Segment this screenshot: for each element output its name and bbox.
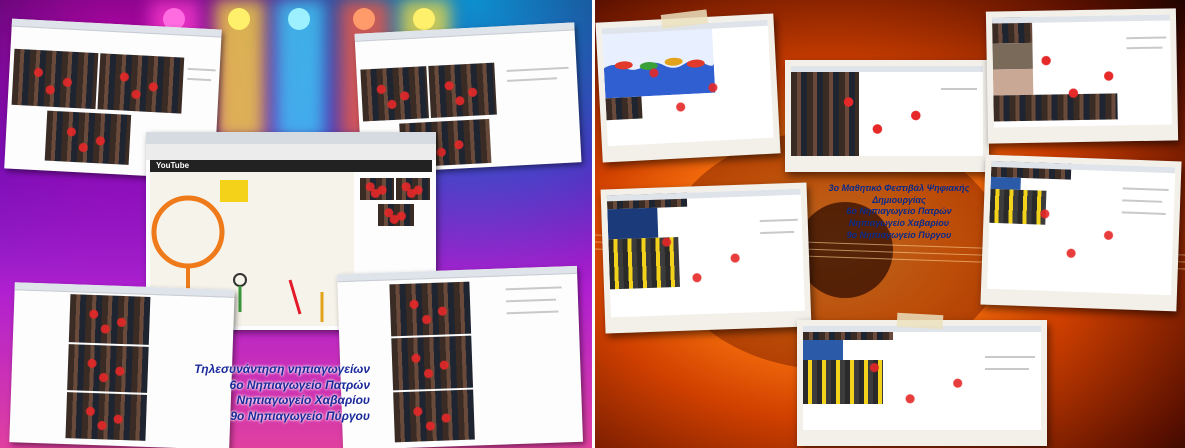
video-tile [67,344,149,393]
caption-line-school3: 9ο Νηπιαγωγείο Πύργου [846,229,952,240]
video-tile [393,389,475,443]
stage-spotlight [413,8,435,30]
caption-line-title: Τηλεσυνάντηση νηπιαγωγείων [194,362,370,376]
video-tile [360,66,429,122]
right-collage-panel: 3ο Μαθητικό Φεστιβάλ Ψηφιακής Δημιουργία… [595,0,1185,448]
drawing-figure-head [233,273,247,287]
participant-line [506,298,557,303]
video-strip [803,326,893,340]
polaroid-content [991,14,1172,128]
chat-line [187,77,212,82]
video-tile [428,62,497,118]
polaroid-content [606,188,805,318]
caption-line-school3: 9ο Νηπιαγωγείο Πύργου [230,408,370,423]
youtube-logo-text: YouTube [156,161,190,170]
participant-line [985,356,1035,358]
participant-tile [360,178,394,200]
stage-spotlight [353,8,375,30]
video-tile [44,110,132,165]
polaroid-boats [595,9,781,163]
drawing-figure-red [288,279,302,315]
caption-line-festival: 3ο Μαθητικό Φεστιβάλ Ψηφιακής Δημιουργία… [828,183,970,205]
participant-tile [378,204,414,226]
right-caption: 3ο Μαθητικό Φεστιβάλ Ψηφιακής Δημιουργία… [813,183,985,241]
polaroid-content [803,326,1041,430]
drawing-sun [220,180,248,202]
chat-line [507,77,558,82]
video-tile [391,335,474,391]
caption-line-school1: 6ο Νηπιαγωγείο Πατρών [846,206,952,217]
left-collage-panel: YouTube Τηλεσυνάντηση νηπιαγωγείων 6ο Νη… [0,0,592,448]
bookmarks-bar [146,144,436,160]
left-caption: Τηλεσυνάντηση νηπιαγωγείων 6ο Νηπιαγωγεί… [170,362,370,424]
participant-tile [396,178,430,200]
polaroid-teacher-call [985,8,1179,144]
video-tile [65,392,148,441]
participant-line [505,286,562,291]
tape-strip [896,312,944,330]
caption-line-school2: Νηπιαγωγείο Χαβαρίου [848,218,950,229]
participant-tile [605,96,643,121]
video-tile [68,294,151,345]
chat-line [506,66,569,72]
video-tile [993,93,1118,122]
video-tile [791,134,859,156]
chat-line [187,67,216,72]
participant-line [506,310,559,315]
polaroid-bottom-call [797,312,1047,446]
video-strip [606,192,688,210]
youtube-header: YouTube [150,160,432,172]
polaroid-video-grid [785,60,989,172]
video-call-screenshot [337,265,583,448]
video-tile [11,48,99,110]
polaroid-presentation [980,154,1182,312]
caption-line-school1: 6ο Νηπιαγωγείο Πατρών [229,377,370,392]
polaroid-content [791,66,983,156]
drawing-tree-crown [151,195,225,269]
video-tile [389,281,472,337]
stage-spotlight [288,8,310,30]
video-strip [990,160,1072,180]
polaroid-content [601,19,774,147]
polaroid-yellow-hats [600,182,812,334]
chat-line [941,88,977,90]
video-tile [97,53,185,114]
polaroid-content [986,160,1176,296]
caption-line-school2: Νηπιαγωγείο Χαβαρίου [236,393,370,408]
stage-spotlight [228,8,250,30]
participant-line [985,368,1029,370]
